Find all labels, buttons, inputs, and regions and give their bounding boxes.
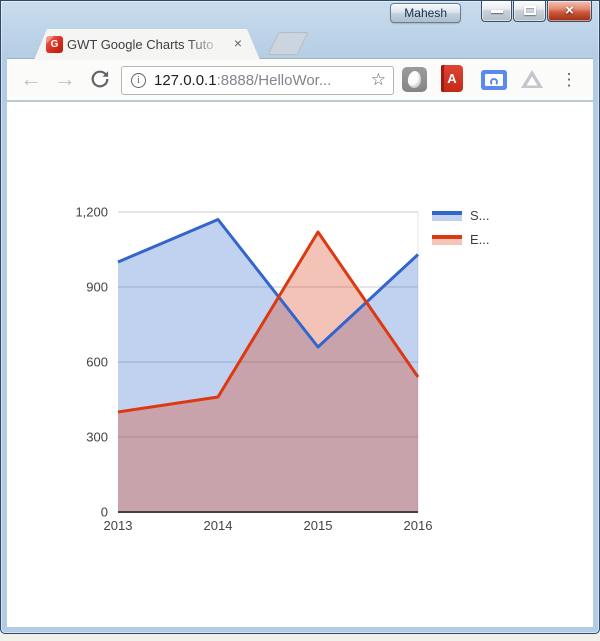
reload-button[interactable] (89, 68, 111, 90)
y-tick-label: 900 (86, 280, 108, 295)
y-tick-label: 300 (86, 430, 108, 445)
tab-title-fade (187, 37, 229, 53)
legend-label-sales: S... (470, 208, 490, 223)
chart-legend: S... E... (432, 208, 490, 256)
legend-label-expenses: E... (470, 232, 490, 247)
shield-blob-icon (407, 70, 422, 89)
new-tab-button[interactable] (267, 32, 308, 55)
reload-icon (89, 68, 111, 90)
forward-button[interactable]: → (51, 65, 79, 93)
gwt-favicon-icon: G (46, 36, 63, 53)
info-icon[interactable]: i (131, 73, 146, 88)
y-tick-label: 600 (86, 355, 108, 370)
url-path: :8888/HelloWor... (217, 72, 332, 89)
user-profile-button[interactable]: Mahesh (390, 3, 461, 23)
x-tick-label: 2016 (404, 518, 433, 533)
bookmark-star-icon[interactable]: ☆ (371, 70, 386, 90)
legend-row-expenses[interactable]: E... (432, 232, 490, 247)
x-tick-label: 2014 (204, 518, 233, 533)
close-button[interactable]: × (547, 1, 592, 22)
extension-red-book-icon[interactable]: A (441, 65, 463, 92)
minimize-button[interactable] (481, 1, 512, 22)
address-bar[interactable]: i 127.0.0.1:8888/HelloWor... ☆ (121, 66, 394, 95)
legend-row-sales[interactable]: S... (432, 208, 490, 223)
browser-window: Mahesh × G GWT Google Charts Tuto × ← → (0, 0, 600, 634)
extension-shield-icon[interactable] (402, 67, 427, 92)
menu-button[interactable]: ⋮ (559, 66, 579, 94)
browser-tab[interactable]: G GWT Google Charts Tuto × (34, 29, 260, 60)
url-host: 127.0.0.1 (154, 72, 217, 89)
minimize-icon (491, 10, 503, 13)
maximize-button[interactable] (513, 1, 546, 22)
legend-swatch-expenses (432, 235, 462, 245)
legend-swatch-sales (432, 211, 462, 221)
x-tick-label: 2013 (104, 518, 133, 533)
drive-triangle-icon (519, 67, 545, 91)
tab-close-button[interactable]: × (230, 36, 246, 52)
y-tick-label: 1,200 (75, 205, 108, 220)
extension-drive-icon[interactable] (519, 67, 545, 91)
tab-bar: G GWT Google Charts Tuto × (1, 27, 599, 59)
x-tick-label: 2015 (304, 518, 333, 533)
window-titlebar[interactable]: Mahesh × (1, 1, 599, 27)
extension-rest-client-icon[interactable] (481, 70, 507, 90)
browser-toolbar: ← → i 127.0.0.1:8888/HelloWor... ☆ A ⋮ (7, 58, 593, 101)
rest-client-dial-icon (490, 78, 498, 86)
window-caption-buttons: × (481, 1, 592, 22)
url-text[interactable]: 127.0.0.1:8888/HelloWor... (154, 72, 331, 89)
back-button[interactable]: ← (17, 65, 45, 93)
page-content: 1,20090060030002013201420152016 S... E..… (7, 102, 593, 627)
maximize-icon (524, 6, 536, 15)
